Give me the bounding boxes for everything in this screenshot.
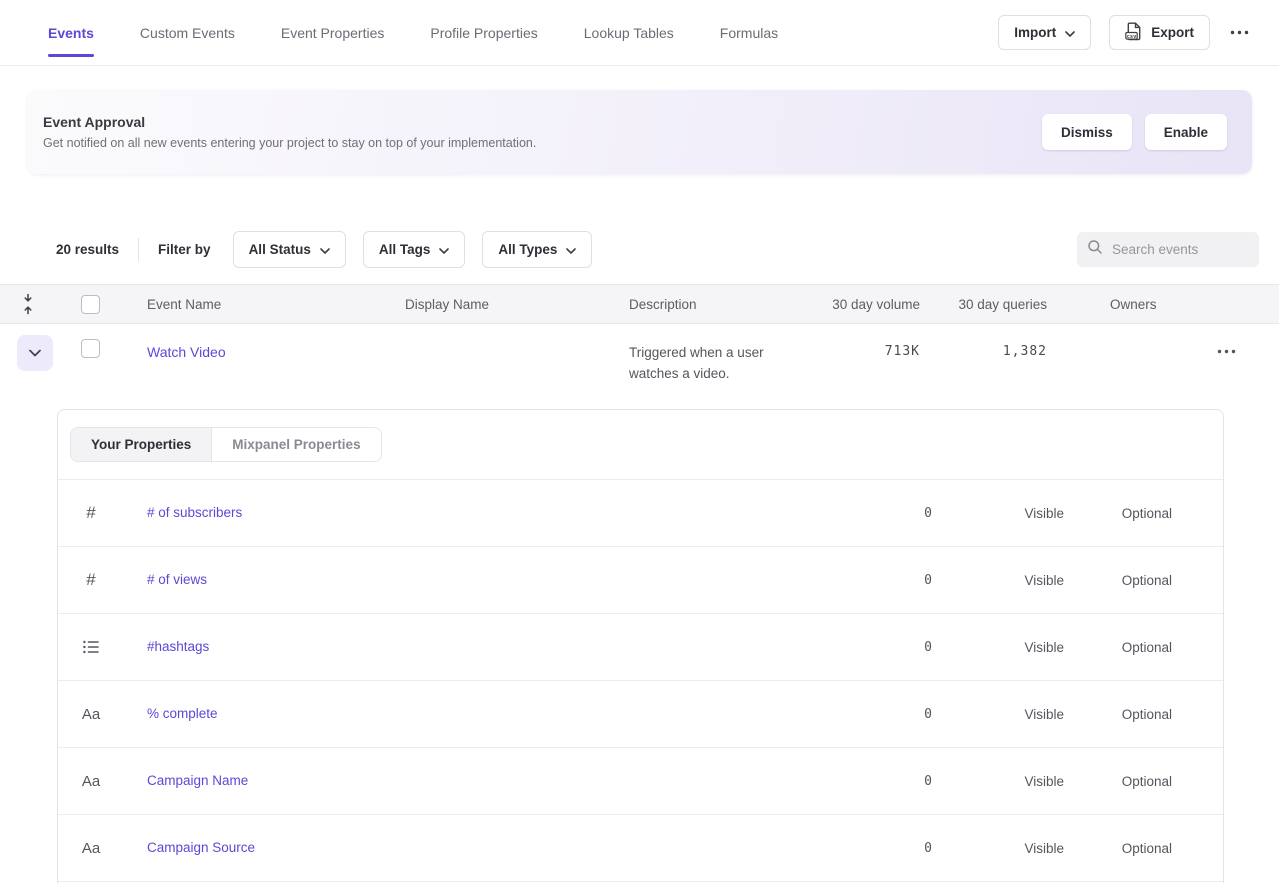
csv-file-icon: csv: [1125, 22, 1142, 44]
ellipsis-icon: [1217, 349, 1236, 354]
tab-formulas[interactable]: Formulas: [720, 19, 778, 47]
event-description: Triggered when a user watches a video.: [602, 324, 793, 384]
event-properties-panel: Your Properties Mixpanel Properties # # …: [57, 409, 1224, 883]
row-actions-button[interactable]: [1047, 324, 1279, 354]
text-type-icon: Aa: [82, 773, 100, 790]
property-requirement: Optional: [1064, 640, 1172, 655]
property-count: 0: [773, 707, 933, 722]
export-button[interactable]: csv Export: [1109, 15, 1210, 50]
property-row: # # of subscribers 0 Visible Optional: [58, 480, 1223, 547]
property-row: Aa % complete 0 Visible Optional: [58, 681, 1223, 748]
property-visibility: Visible: [933, 506, 1064, 521]
more-options-button[interactable]: [1228, 26, 1251, 39]
property-requirement: Optional: [1064, 707, 1172, 722]
collapse-all-button[interactable]: [0, 293, 56, 315]
property-requirement: Optional: [1064, 841, 1172, 856]
tab-profile-properties[interactable]: Profile Properties: [430, 19, 537, 47]
search-icon: [1087, 239, 1103, 260]
header-event-name: Event Name: [120, 297, 378, 312]
nav-tabs: Events Custom Events Event Properties Pr…: [48, 19, 778, 47]
property-visibility: Visible: [933, 640, 1064, 655]
property-row: Aa Campaign Name 0 Visible Optional: [58, 748, 1223, 815]
property-visibility: Visible: [933, 573, 1064, 588]
property-name-link[interactable]: Campaign Name: [147, 773, 248, 788]
tab-events-label: Events: [48, 25, 94, 41]
search-box[interactable]: [1077, 232, 1259, 267]
import-button[interactable]: Import: [998, 15, 1091, 50]
event-name-link[interactable]: Watch Video: [147, 344, 226, 360]
property-name-link[interactable]: # of views: [147, 572, 207, 587]
property-count: 0: [773, 506, 933, 521]
collapse-row-button[interactable]: [17, 335, 53, 371]
property-requirement: Optional: [1064, 506, 1172, 521]
property-count: 0: [773, 573, 933, 588]
header-volume: 30 day volume: [793, 297, 920, 312]
dismiss-button[interactable]: Dismiss: [1042, 114, 1132, 150]
text-type-icon: Aa: [82, 706, 100, 723]
top-nav: Events Custom Events Event Properties Pr…: [0, 0, 1279, 66]
tags-filter-dropdown[interactable]: All Tags: [363, 231, 466, 268]
property-row: # # of views 0 Visible Optional: [58, 547, 1223, 614]
banner-title: Event Approval: [43, 114, 536, 130]
table-header: Event Name Display Name Description 30 d…: [0, 284, 1279, 324]
number-type-icon: #: [86, 570, 95, 590]
ellipsis-icon: [1230, 30, 1249, 35]
search-input[interactable]: [1112, 242, 1249, 257]
property-name-link[interactable]: #hashtags: [147, 639, 209, 654]
chevron-down-icon: [566, 242, 576, 257]
property-name-link[interactable]: % complete: [147, 706, 218, 721]
active-tab-underline: [48, 54, 94, 57]
chevron-down-icon: [1065, 25, 1075, 40]
queries-value: 1,382: [920, 324, 1047, 359]
chevron-down-icon: [29, 349, 41, 357]
tab-event-properties[interactable]: Event Properties: [281, 19, 385, 47]
header-description: Description: [602, 297, 793, 312]
divider: [138, 238, 139, 261]
tab-custom-events[interactable]: Custom Events: [140, 19, 235, 47]
volume-value: 713K: [793, 324, 920, 359]
export-button-label: Export: [1151, 25, 1194, 40]
collapse-all-icon: [22, 293, 34, 315]
property-row: #hashtags 0 Visible Optional: [58, 614, 1223, 681]
tab-mixpanel-properties[interactable]: Mixpanel Properties: [212, 428, 380, 461]
banner-description: Get notified on all new events entering …: [43, 136, 536, 150]
status-filter-dropdown[interactable]: All Status: [233, 231, 346, 268]
properties-tab-switcher: Your Properties Mixpanel Properties: [70, 427, 382, 462]
header-queries: 30 day queries: [920, 297, 1047, 312]
event-approval-banner: Event Approval Get notified on all new e…: [27, 90, 1252, 174]
filter-bar: 20 results Filter by All Status All Tags…: [56, 231, 1259, 268]
property-count: 0: [773, 640, 933, 655]
row-checkbox[interactable]: [81, 339, 100, 358]
header-owners: Owners: [1047, 297, 1279, 312]
event-table-row: Watch Video Triggered when a user watche…: [0, 324, 1279, 409]
property-name-link[interactable]: # of subscribers: [147, 505, 242, 520]
header-display-name: Display Name: [378, 297, 602, 312]
property-requirement: Optional: [1064, 573, 1172, 588]
types-filter-dropdown[interactable]: All Types: [482, 231, 592, 268]
list-type-icon: [83, 640, 99, 654]
select-all-checkbox[interactable]: [81, 295, 100, 314]
property-row: Aa Campaign Source 0 Visible Optional: [58, 815, 1223, 882]
chevron-down-icon: [439, 242, 449, 257]
property-visibility: Visible: [933, 707, 1064, 722]
chevron-down-icon: [320, 242, 330, 257]
property-visibility: Visible: [933, 774, 1064, 789]
tab-your-properties[interactable]: Your Properties: [71, 428, 212, 461]
filter-by-label: Filter by: [158, 242, 211, 257]
property-visibility: Visible: [933, 841, 1064, 856]
svg-text:csv: csv: [1127, 33, 1137, 39]
results-count: 20 results: [56, 242, 119, 257]
number-type-icon: #: [86, 503, 95, 523]
import-button-label: Import: [1014, 25, 1056, 40]
property-name-link[interactable]: Campaign Source: [147, 840, 255, 855]
tab-lookup-tables[interactable]: Lookup Tables: [584, 19, 674, 47]
property-requirement: Optional: [1064, 774, 1172, 789]
tab-events[interactable]: Events: [48, 19, 94, 47]
property-count: 0: [773, 774, 933, 789]
text-type-icon: Aa: [82, 840, 100, 857]
enable-button[interactable]: Enable: [1145, 114, 1227, 150]
property-count: 0: [773, 841, 933, 856]
